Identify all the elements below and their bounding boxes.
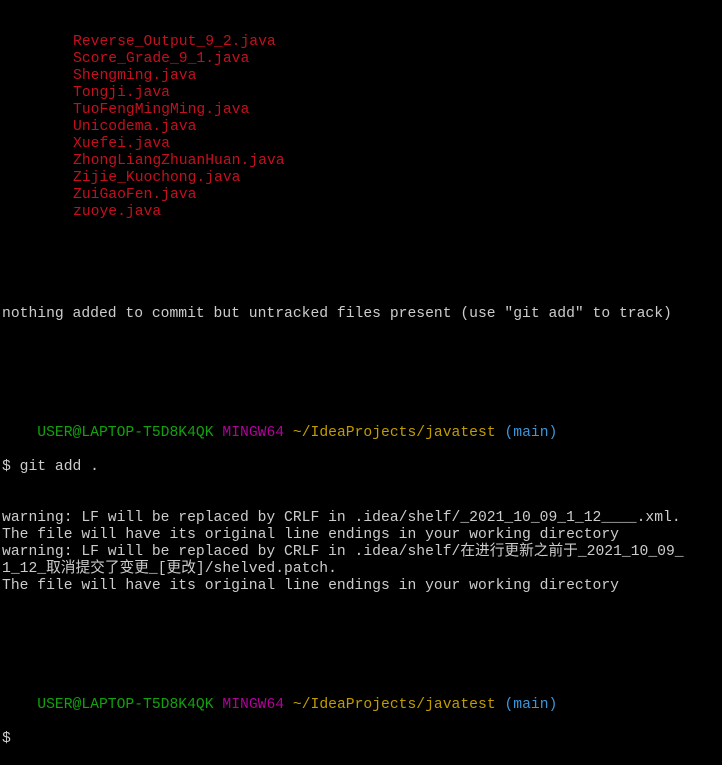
untracked-file: zuoye.java (73, 204, 162, 220)
input-line[interactable]: $ (2, 731, 722, 748)
prompt-user: USER@LAPTOP-T5D8K4QK (37, 697, 214, 713)
untracked-file: Tongji.java (73, 85, 170, 101)
untracked-file: Score_Grade_9_1.java (73, 51, 250, 67)
prompt-symbol: $ (2, 731, 11, 747)
prompt-path: ~/IdeaProjects/javatest (292, 697, 496, 713)
untracked-file: Reverse_Output_9_2.java (73, 34, 276, 50)
prompt-branch: (main) (504, 425, 558, 441)
prompt-path: ~/IdeaProjects/javatest (292, 425, 496, 441)
prompt-line: USER@LAPTOP-T5D8K4QK MINGW64 ~/IdeaProje… (2, 680, 722, 713)
output-line: warning: LF will be replaced by CRLF in … (2, 510, 681, 526)
terminal-output[interactable]: Reverse_Output_9_2.java Score_Grade_9_1.j… (2, 0, 722, 765)
untracked-file: Unicodema.java (73, 119, 197, 135)
prompt-system: MINGW64 (222, 697, 285, 713)
untracked-file-list: Reverse_Output_9_2.java Score_Grade_9_1.j… (2, 34, 722, 221)
output-line: 1_12_取消提交了变更_[更改]/shelved.patch. (2, 561, 337, 577)
output-line: The file will have its original line end… (2, 527, 619, 543)
status-message: nothing added to commit but untracked fi… (2, 306, 672, 322)
prompt-branch: (main) (504, 697, 558, 713)
prompt-line: USER@LAPTOP-T5D8K4QK MINGW64 ~/IdeaProje… (2, 408, 722, 441)
output-line: warning: LF will be replaced by CRLF in … (2, 544, 684, 560)
command-output: warning: LF will be replaced by CRLF in … (2, 510, 722, 595)
untracked-file: Zijie_Kuochong.java (73, 170, 241, 186)
prompt-system: MINGW64 (222, 425, 285, 441)
untracked-file: Xuefei.java (73, 136, 170, 152)
untracked-file: TuoFengMingMing.java (73, 102, 250, 118)
untracked-file: ZhongLiangZhuanHuan.java (73, 153, 285, 169)
output-line: The file will have its original line end… (2, 578, 619, 594)
prompt-user: USER@LAPTOP-T5D8K4QK (37, 425, 214, 441)
untracked-file: Shengming.java (73, 68, 197, 84)
untracked-file: ZuiGaoFen.java (73, 187, 197, 203)
command-line: $ git add . (2, 459, 99, 475)
